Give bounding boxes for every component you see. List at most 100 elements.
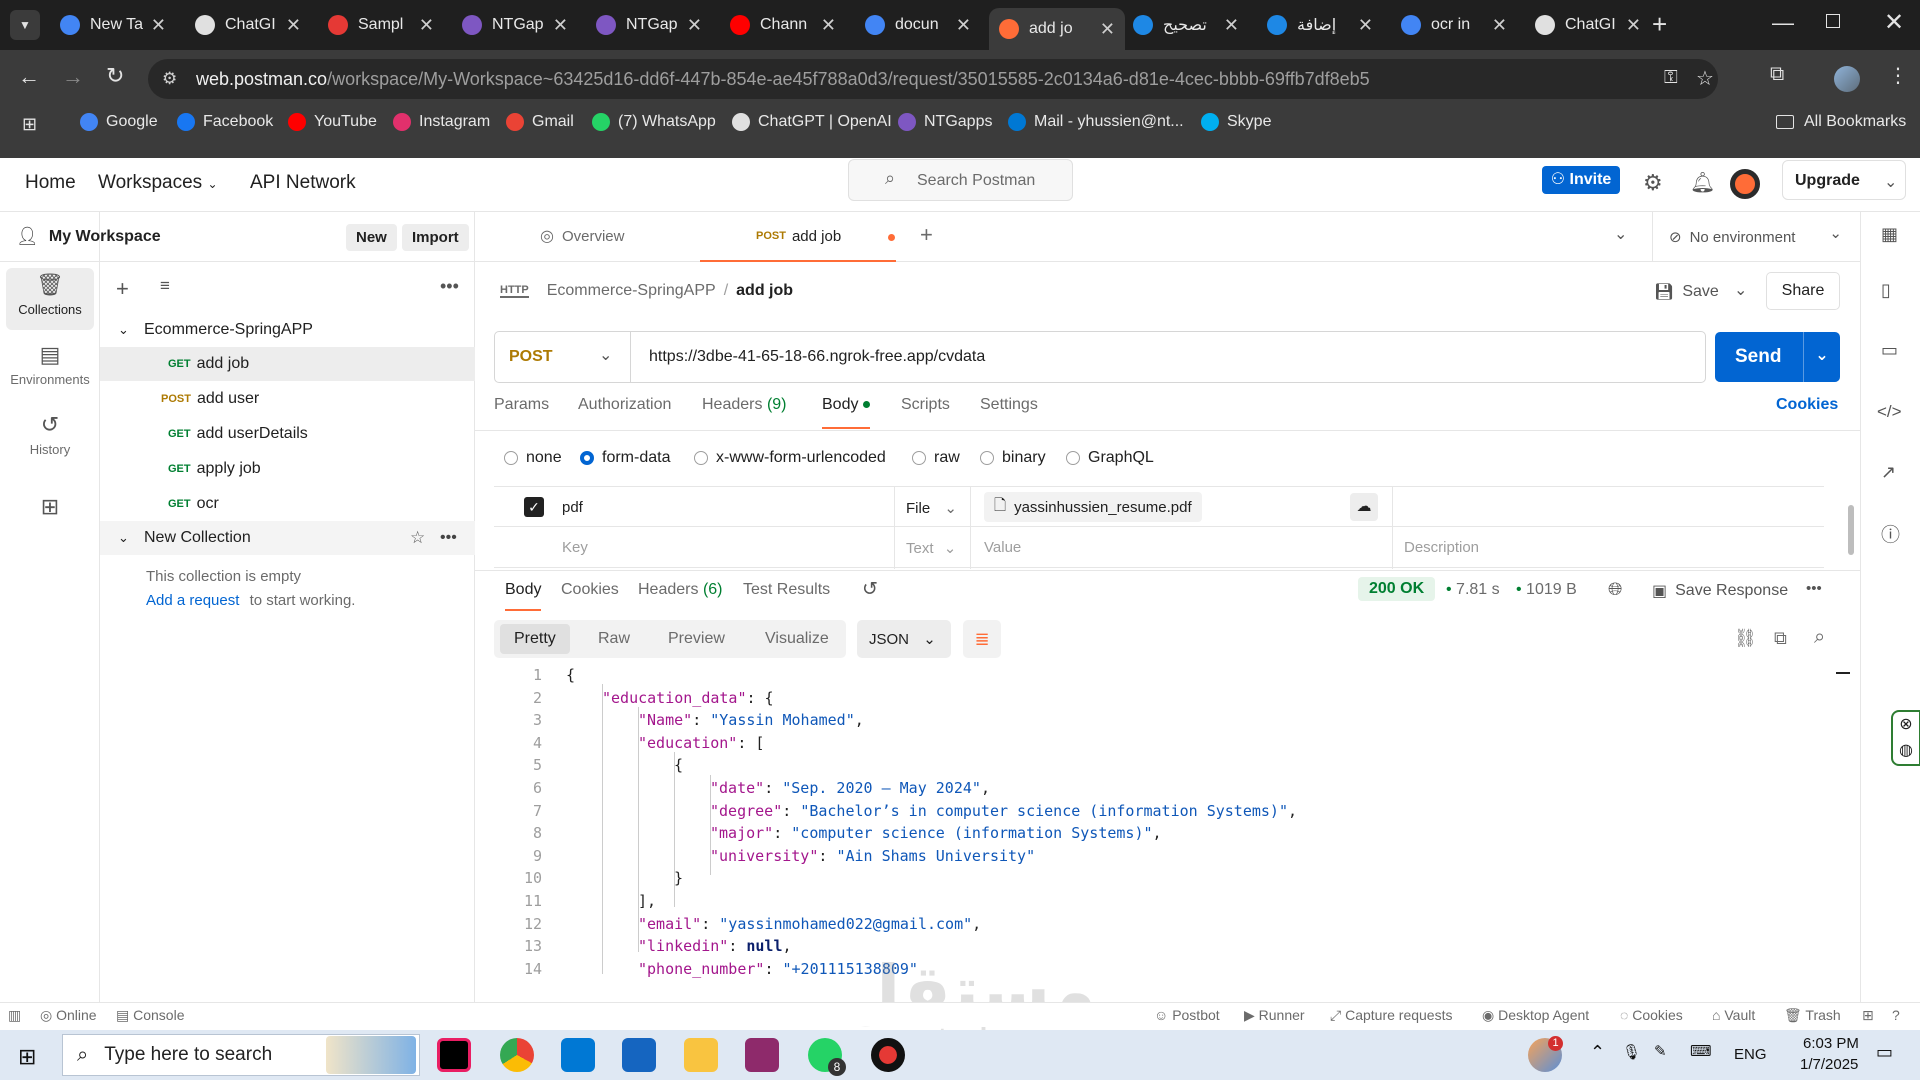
taskbar-vscode-icon[interactable] <box>561 1038 595 1072</box>
browser-tab[interactable]: NTGap ✕ <box>586 7 712 43</box>
sidebar-request-item[interactable]: GET apply job <box>100 452 475 486</box>
bookmark-item[interactable]: Instagram <box>393 113 490 131</box>
form-type-select[interactable]: File ⌄ <box>906 499 957 517</box>
tab-params[interactable]: Params <box>494 396 549 414</box>
cookies-status-button[interactable]: ◌ Cookies <box>1620 1007 1683 1023</box>
postbot-button[interactable]: ☺ Postbot <box>1154 1007 1220 1023</box>
star-icon[interactable]: ☆ <box>410 528 425 548</box>
tab-authorization[interactable]: Authorization <box>578 396 671 414</box>
browser-tab[interactable]: ChatGI ✕ <box>1525 7 1651 43</box>
nav-home[interactable]: Home <box>25 172 76 194</box>
documentation-icon[interactable]: ▯ <box>1881 280 1891 301</box>
menu-icon[interactable]: ⋮ <box>1888 63 1908 88</box>
close-tab-icon[interactable]: ✕ <box>1224 15 1239 36</box>
taskbar-whatsapp-icon[interactable]: 8 <box>808 1038 846 1076</box>
tabs-dropdown-icon[interactable]: ⌄ <box>1614 224 1627 244</box>
close-tab-icon[interactable]: ✕ <box>286 15 301 36</box>
send-dropdown-icon[interactable]: ⌄ <box>1803 332 1840 382</box>
browser-tab[interactable]: إضافة ✕ <box>1257 7 1383 43</box>
rail-history[interactable]: ↺ History <box>6 408 94 470</box>
sidebar-request-item[interactable]: GET ocr <box>100 487 475 521</box>
share-button[interactable]: Share <box>1766 272 1840 310</box>
search-postman-input[interactable]: ⌕ Search Postman <box>848 159 1073 201</box>
value-placeholder[interactable]: Value <box>984 539 1021 556</box>
bookmark-item[interactable]: Mail - yhussien@nt... <box>1008 113 1184 131</box>
save-button[interactable]: 💾︎ Save <box>1654 282 1719 302</box>
trash-button[interactable]: 🗑︎ Trash <box>1784 1007 1841 1024</box>
bookmark-item[interactable]: Google <box>80 113 158 131</box>
url-input[interactable]: https://3dbe-41-65-18-66.ngrok-free.app/… <box>649 348 985 366</box>
bookmark-star-icon[interactable]: ☆ <box>1696 66 1714 91</box>
browser-tab[interactable]: add jo ✕ <box>989 8 1125 50</box>
taskbar-chrome-icon[interactable] <box>500 1038 534 1072</box>
form-file-chip[interactable]: 🗋 yassinhussien_resume.pdf <box>984 492 1202 522</box>
response-tab-cookies[interactable]: Cookies <box>561 581 619 599</box>
response-more-icon[interactable]: ••• <box>1806 580 1822 597</box>
tab-headers[interactable]: Headers (9) <box>702 396 787 414</box>
close-tab-icon[interactable]: ✕ <box>151 15 166 36</box>
browser-tab[interactable]: Sampl ✕ <box>318 7 444 43</box>
tab-search-button[interactable]: ▼ <box>10 10 40 40</box>
capture-requests-button[interactable]: ⤢ Capture requests <box>1330 1007 1453 1024</box>
browser-tab[interactable]: تصحيح ✕ <box>1123 7 1249 43</box>
body-type-graphql[interactable]: GraphQL <box>1066 449 1154 467</box>
body-type-form-data[interactable]: form-data <box>580 449 670 467</box>
tray-weather-icon[interactable]: 1 <box>1528 1036 1563 1072</box>
filter-icon[interactable]: ≡ <box>154 276 418 304</box>
new-tab-plus-icon[interactable]: + <box>920 222 933 248</box>
site-info-icon[interactable]: ⚙ <box>162 69 177 89</box>
request-scrollbar[interactable] <box>1848 505 1854 555</box>
browser-tab[interactable]: ChatGI ✕ <box>185 7 311 43</box>
user-avatar[interactable] <box>1730 169 1760 199</box>
description-placeholder[interactable]: Description <box>1404 539 1479 556</box>
close-tab-icon[interactable]: ✕ <box>553 15 568 36</box>
browser-tab[interactable]: Chann ✕ <box>720 7 846 43</box>
settings-gear-icon[interactable]: ⚙ <box>1643 170 1663 196</box>
save-dropdown-icon[interactable]: ⌄ <box>1734 280 1747 300</box>
close-tab-icon[interactable]: ✕ <box>1100 19 1115 40</box>
forward-icon[interactable]: → <box>62 64 84 90</box>
nav-api-network[interactable]: API Network <box>250 172 356 194</box>
help-icon[interactable]: ? <box>1892 1007 1900 1023</box>
tray-date[interactable]: 1/7/2025 <box>1800 1056 1858 1073</box>
tray-notifications-icon[interactable]: ▭ <box>1876 1042 1893 1063</box>
browser-tab[interactable]: docun ✕ <box>855 7 981 43</box>
sidebar-request-item[interactable]: GET add userDetails <box>100 417 475 451</box>
rail-apps[interactable]: ⊞ <box>6 490 94 552</box>
close-tab-icon[interactable]: ✕ <box>687 15 702 36</box>
apps-grid-icon[interactable]: ⊞ <box>22 114 37 135</box>
comments-icon[interactable]: ▭ <box>1881 340 1898 361</box>
tab-scripts[interactable]: Scripts <box>901 396 950 414</box>
taskbar-app-icon[interactable] <box>622 1038 656 1072</box>
response-history-icon[interactable]: ↺ <box>862 578 878 601</box>
method-select[interactable]: POST ⌄ <box>495 332 631 382</box>
console-button[interactable]: ▤ Console <box>116 1007 185 1024</box>
back-icon[interactable]: ← <box>18 64 40 90</box>
search-response-icon[interactable]: ⌕ <box>1814 626 1825 649</box>
more-options-icon[interactable]: ••• <box>440 276 459 297</box>
bookmark-item[interactable]: (7) WhatsApp <box>592 113 716 131</box>
notifications-bell-icon[interactable]: 🔔︎ <box>1690 170 1715 195</box>
tray-time[interactable]: 6:03 PM <box>1803 1035 1859 1052</box>
tray-chevron-icon[interactable]: ⌃ <box>1590 1042 1605 1063</box>
related-icon[interactable]: ↗ <box>1881 462 1896 483</box>
bookmark-item[interactable]: NTGapps <box>898 113 992 131</box>
environment-selector[interactable]: ⊘ No environment ⌄ <box>1652 212 1860 262</box>
view-pretty[interactable]: Pretty <box>500 624 570 654</box>
key-placeholder[interactable]: Key <box>562 539 588 556</box>
close-tab-icon[interactable]: ✕ <box>1492 15 1507 36</box>
address-bar[interactable]: ⚙ web.postman.co/workspace/My-Workspace~… <box>148 59 1718 99</box>
taskbar-winrar-icon[interactable] <box>745 1038 779 1072</box>
bookmark-item[interactable]: YouTube <box>288 113 377 131</box>
floating-widget[interactable]: ⊗ ◍ <box>1891 710 1920 766</box>
body-type-binary[interactable]: binary <box>980 449 1046 467</box>
all-bookmarks[interactable]: All Bookmarks <box>1776 113 1906 131</box>
extensions-icon[interactable]: ⧉ <box>1770 63 1784 86</box>
upload-cloud-icon[interactable]: ☁ <box>1350 493 1378 521</box>
rail-collections[interactable]: 🗑︎ Collections <box>6 268 94 330</box>
tab-overview[interactable]: ◎ Overview <box>540 226 624 246</box>
tab-add-job[interactable]: POST add job <box>700 212 896 262</box>
tray-keyboard-icon[interactable]: ⌨ <box>1690 1042 1712 1060</box>
view-raw[interactable]: Raw <box>598 624 630 654</box>
close-window-button[interactable]: ✕ <box>1884 8 1904 37</box>
